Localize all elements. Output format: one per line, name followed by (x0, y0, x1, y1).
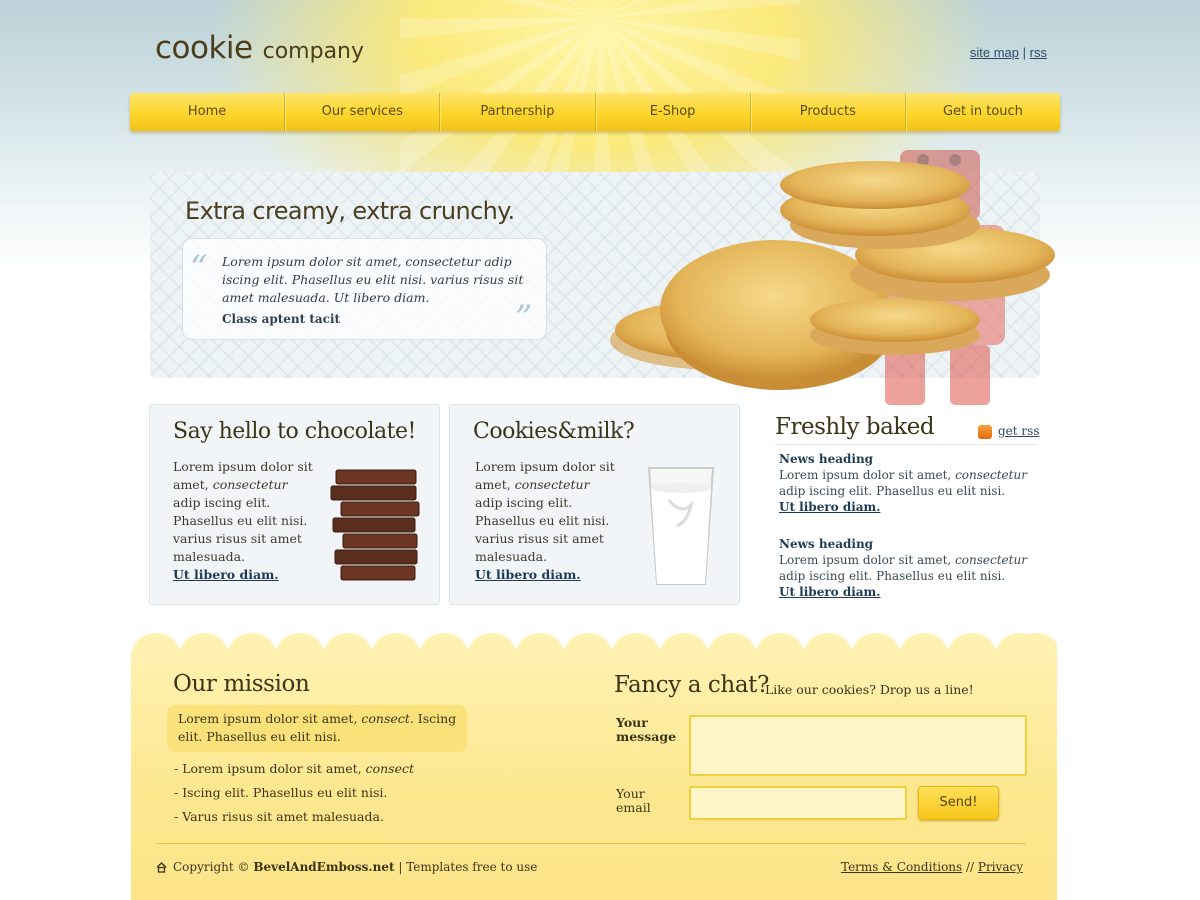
copyright-text: Copyright © BevelAndEmboss.net | Templat… (173, 860, 538, 874)
logo-primary: cookie (155, 30, 253, 66)
mission-highlight-text: Lorem ipsum dolor sit amet, consect. Isc… (178, 711, 457, 744)
news-link[interactable]: Ut libero diam. (779, 585, 880, 599)
chocolate-box-text: Lorem ipsum dolor sit amet, consectetur … (173, 459, 313, 564)
rss-icon[interactable] (978, 425, 992, 439)
cookies-milk-box: Cookies&milk? Lorem ipsum dolor sit amet… (449, 404, 740, 605)
get-rss-link[interactable]: get rss (998, 424, 1039, 438)
logo[interactable]: cookie company (155, 30, 364, 66)
terms-link[interactable]: Terms & Conditions (841, 860, 962, 874)
quote-open-icon: “ (190, 248, 208, 288)
chocolate-box-link[interactable]: Ut libero diam. (173, 567, 279, 582)
mission-title: Our mission (173, 671, 310, 697)
news-heading: News heading (779, 537, 874, 551)
chat-title: Fancy a chat? (614, 672, 769, 698)
chocolate-box: Say hello to chocolate! Lorem ipsum dolo… (149, 404, 440, 605)
news-heading: News heading (779, 452, 874, 466)
cookies-robot-image (610, 150, 1055, 405)
cookies-milk-box-text: Lorem ipsum dolor sit amet, consectetur … (475, 459, 615, 564)
footer-divider (157, 843, 1026, 844)
brand-name: BevelAndEmboss.net (253, 860, 395, 874)
hero-quote-author: Class aptent tacit (222, 312, 341, 326)
chocolate-box-title: Say hello to chocolate! (173, 419, 416, 444)
mission-list-item: - Lorem ipsum dolor sit amet, consect (174, 761, 415, 776)
mission-list-item: - Varus risus sit amet malesuada. (174, 809, 384, 824)
home-icon[interactable] (156, 862, 167, 873)
message-label: Your message (616, 715, 677, 744)
mission-list-item: - Iscing elit. Phasellus eu elit nisi. (174, 785, 388, 800)
top-links: site map | rss (970, 45, 1047, 60)
milk-glass-image (647, 467, 715, 585)
message-field[interactable] (689, 715, 1027, 776)
email-label: Your email (616, 786, 651, 815)
news-text: Lorem ipsum dolor sit amet, consectetur … (779, 468, 1027, 498)
news-link[interactable]: Ut libero diam. (779, 500, 880, 514)
freshly-baked-title: Freshly baked (775, 414, 935, 440)
hero-title: Extra creamy, extra crunchy. (185, 197, 515, 225)
logo-secondary: company (262, 39, 365, 64)
chocolate-image (330, 469, 420, 581)
rss-link[interactable]: rss (1030, 45, 1047, 60)
privacy-link[interactable]: Privacy (978, 860, 1023, 874)
cookies-milk-box-link[interactable]: Ut libero diam. (475, 567, 581, 582)
site-map-link[interactable]: site map (970, 45, 1019, 60)
hero-quote-text: Lorem ipsum dolor sit amet, consectetur … (222, 254, 524, 305)
nav-item-partnership[interactable]: Partnership (440, 93, 596, 131)
news-text: Lorem ipsum dolor sit amet, consectetur … (779, 553, 1027, 583)
email-field[interactable] (689, 786, 907, 820)
chat-subtitle: Like our cookies? Drop us a line! (765, 682, 974, 697)
cookies-milk-box-title: Cookies&milk? (473, 419, 635, 444)
send-button[interactable]: Send! (918, 786, 999, 820)
news-item: News heading Lorem ipsum dolor sit amet,… (779, 451, 1029, 515)
footer-links: Terms & Conditions // Privacy (841, 860, 1023, 874)
divider (775, 444, 1037, 445)
top-links-separator: | (1022, 45, 1027, 60)
nav-item-home[interactable]: Home (130, 93, 286, 131)
news-item: News heading Lorem ipsum dolor sit amet,… (779, 536, 1029, 600)
nav-item-our-services[interactable]: Our services (285, 93, 441, 131)
